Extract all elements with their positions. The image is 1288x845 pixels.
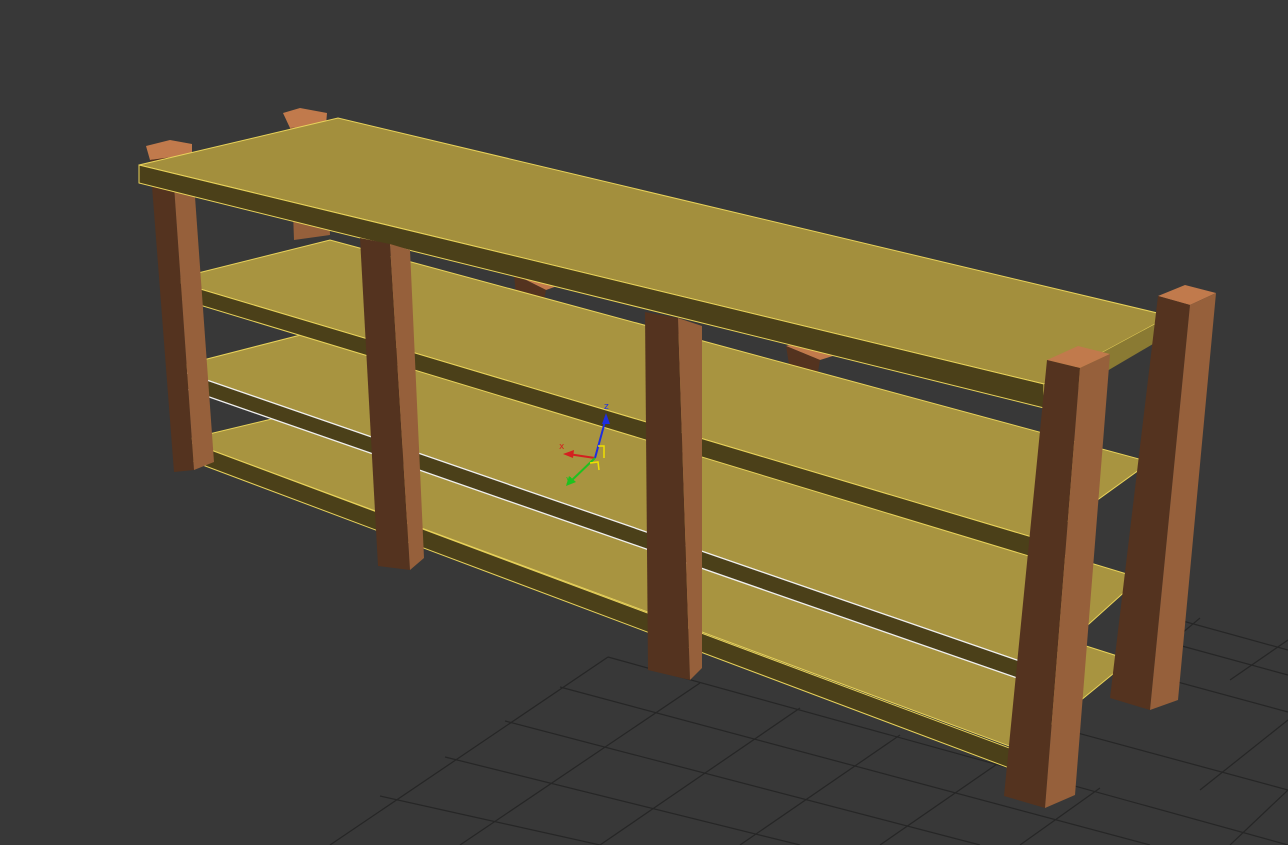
post-middle-right[interactable] (645, 312, 702, 680)
gizmo-x-label: x (559, 442, 565, 452)
gizmo-z-label: z (604, 402, 609, 412)
3d-viewport[interactable]: x z y (0, 0, 1288, 845)
gizmo-y-label: y (566, 475, 572, 485)
